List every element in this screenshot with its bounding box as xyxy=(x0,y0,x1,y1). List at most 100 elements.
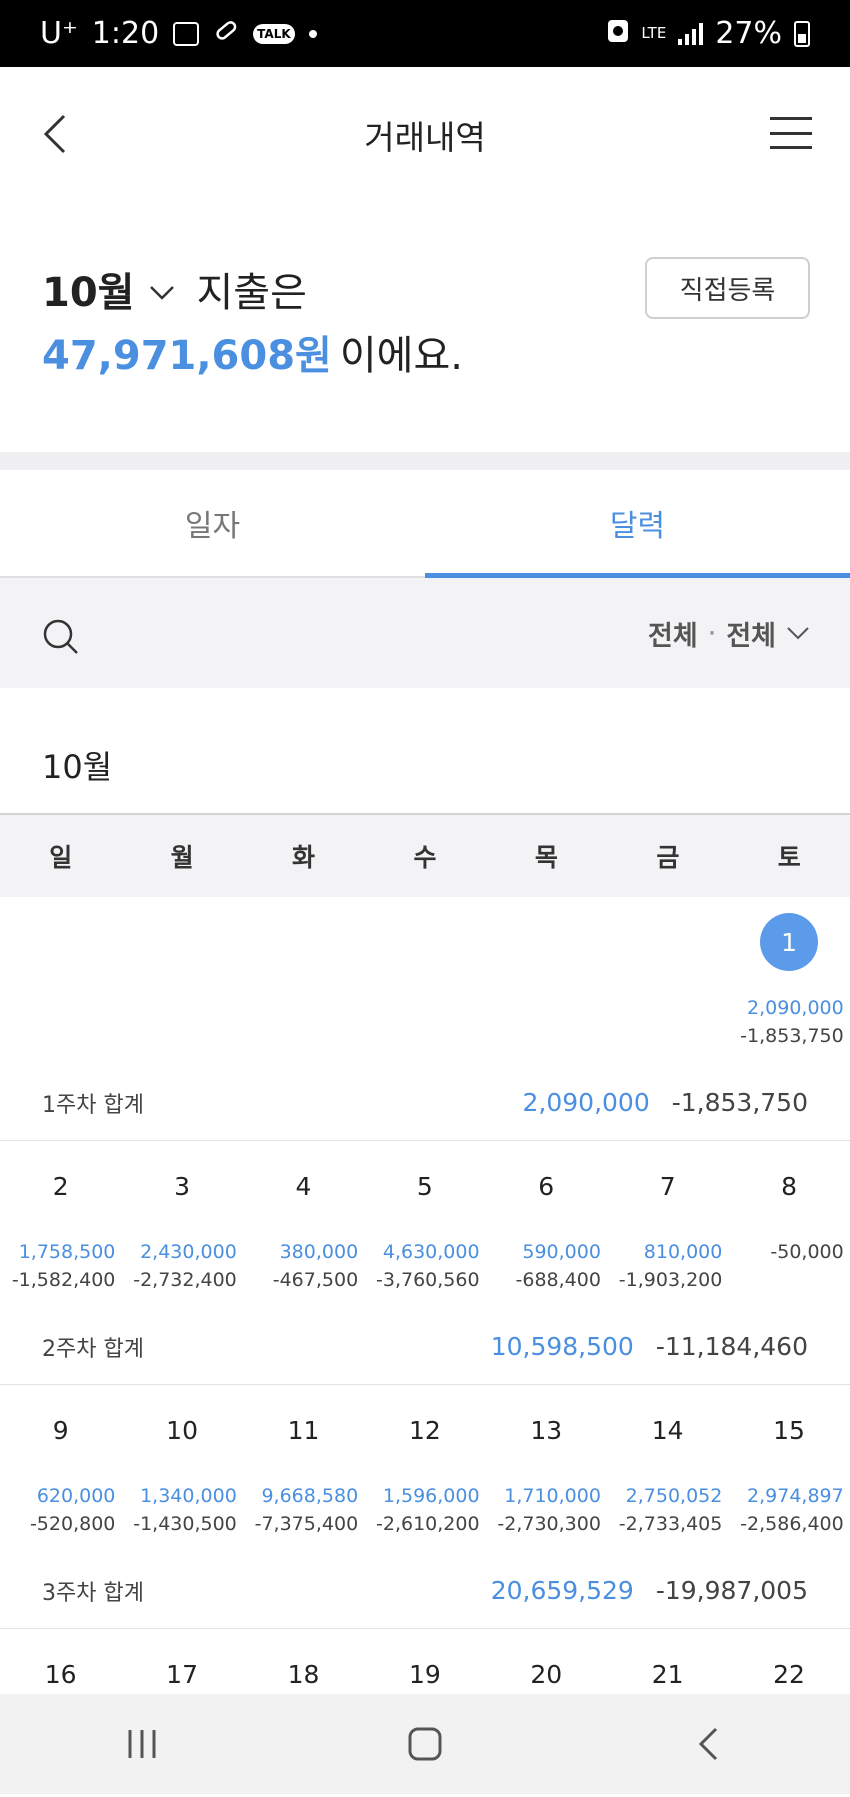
day-expense: -2,732,400 xyxy=(133,1269,237,1291)
app-bar: 거래내역 xyxy=(0,67,850,197)
summary-suffix-text: 지출은 xyxy=(196,270,307,316)
page-title: 거래내역 xyxy=(364,118,486,157)
day-number: 19 xyxy=(408,1659,441,1689)
calendar-day-cell[interactable]: 1 2,090,000 -1,853,750 xyxy=(728,913,849,1065)
day-number: 18 xyxy=(287,1659,320,1689)
day-number: 14 xyxy=(651,1415,684,1445)
day-number: 7 xyxy=(659,1171,676,1201)
calendar-day-cell[interactable]: 5 4,630,000 -3,760,560 xyxy=(364,1159,485,1309)
day-number xyxy=(121,915,242,969)
week-total-income: 2,090,000 xyxy=(522,1088,650,1117)
filter-bar: 전체 · 전체 xyxy=(0,578,850,688)
week-total-label: 3주차 합계 xyxy=(42,1580,144,1606)
day-income: 4,630,000 xyxy=(382,1241,480,1263)
weekday-header: 일 월 화 수 목 금 토 xyxy=(0,813,850,897)
day-amounts: 620,000 -520,800 xyxy=(30,1469,115,1535)
day-number xyxy=(0,915,121,969)
day-number: 6 xyxy=(538,1171,555,1201)
day-number: 1 xyxy=(728,913,849,971)
day-number: 13 xyxy=(530,1415,563,1445)
day-amounts: 2,974,897 -2,586,400 xyxy=(740,1469,844,1535)
day-amounts: 1,710,000 -2,730,300 xyxy=(497,1469,601,1535)
direct-register-button[interactable]: 직접등록 xyxy=(645,257,810,319)
weekday-fri: 금 xyxy=(656,843,680,872)
week-total-row: 3주차 합계 20,659,529 -19,987,005 xyxy=(0,1553,850,1629)
search-icon[interactable] xyxy=(42,618,78,654)
calendar-day-cell xyxy=(243,915,364,1065)
calendar-day-cell[interactable]: 2 1,758,500 -1,582,400 xyxy=(0,1159,121,1309)
home-icon[interactable] xyxy=(395,1714,455,1774)
tab-daily[interactable]: 일자 xyxy=(0,470,425,576)
day-income: 1,758,500 xyxy=(18,1241,116,1263)
calendar-week: 9 620,000 -520,800 10 1,340,000 -1,430,500 11 9… xyxy=(0,1385,850,1629)
network-type: LTE xyxy=(641,24,667,42)
day-amounts: 1,758,500 -1,582,400 xyxy=(12,1225,116,1291)
calendar-day-cell xyxy=(486,915,607,1065)
calendar-day-cell[interactable]: 15 2,974,897 -2,586,400 xyxy=(728,1403,849,1553)
calendar-day-cell[interactable]: 14 2,750,052 -2,733,405 xyxy=(607,1403,728,1553)
calendar-day-cell[interactable]: 4 380,000 -467,500 xyxy=(243,1159,364,1309)
recent-apps-icon[interactable] xyxy=(112,1714,172,1774)
day-amounts: 380,000 -467,500 xyxy=(273,1225,358,1291)
day-expense: -2,586,400 xyxy=(740,1513,844,1535)
month-label: 10월 xyxy=(42,270,135,316)
day-income: 620,000 xyxy=(36,1485,116,1507)
filter-option-2: 전체 xyxy=(726,621,776,652)
day-number: 11 xyxy=(287,1415,320,1445)
filter-separator: · xyxy=(707,618,717,649)
day-income: 2,090,000 xyxy=(747,997,844,1019)
system-nav-bar xyxy=(0,1694,850,1794)
calendar-day-cell[interactable]: 13 1,710,000 -2,730,300 xyxy=(486,1403,607,1553)
calendar-day-cell[interactable]: 12 1,596,000 -2,610,200 xyxy=(364,1403,485,1553)
status-bar: U⁺ 1:20 TALK LTE 27% xyxy=(0,0,850,67)
calendar-day-cell[interactable]: 3 2,430,000 -2,732,400 xyxy=(121,1159,242,1309)
day-number xyxy=(243,915,364,969)
day-number xyxy=(607,915,728,969)
back-icon[interactable] xyxy=(678,1714,738,1774)
day-expense: -688,400 xyxy=(515,1269,601,1291)
calendar-day-cell[interactable]: 8 -50,000 xyxy=(728,1159,849,1309)
calendar-day-cell[interactable]: 11 9,668,580 -7,375,400 xyxy=(243,1403,364,1553)
day-number: 20 xyxy=(530,1659,563,1689)
calendar-day-cell[interactable]: 7 810,000 -1,903,200 xyxy=(607,1159,728,1309)
clock: 1:20 xyxy=(91,16,160,51)
week-total-label: 1주차 합계 xyxy=(42,1092,144,1118)
calendar-day-cell[interactable]: 10 1,340,000 -1,430,500 xyxy=(121,1403,242,1553)
pill-icon xyxy=(213,16,239,51)
total-spending-amount: 47,971,608원 xyxy=(42,333,332,379)
day-number: 4 xyxy=(295,1171,312,1201)
week-total-row: 1주차 합계 2,090,000 -1,853,750 xyxy=(0,1065,850,1141)
day-expense: -1,903,200 xyxy=(618,1269,723,1291)
weekday-tue: 화 xyxy=(292,843,316,872)
week-total-expense: -19,987,005 xyxy=(655,1576,808,1605)
calendar-week: 1 2,090,000 -1,853,750 1주차 합계 2,090,000 -1,85… xyxy=(0,897,850,1141)
month-selector[interactable]: 10월 지출은 xyxy=(42,260,307,318)
tab-calendar[interactable]: 달력 xyxy=(425,470,850,578)
day-expense: -1,853,750 xyxy=(740,1025,844,1047)
calendar-day-cell[interactable]: 6 590,000 -688,400 xyxy=(486,1159,607,1309)
day-amounts: 1,340,000 -1,430,500 xyxy=(133,1469,237,1535)
carrier-label: U⁺ xyxy=(40,16,78,51)
day-expense: -7,375,400 xyxy=(254,1513,359,1535)
day-number: 8 xyxy=(781,1171,797,1201)
hamburger-menu-icon[interactable] xyxy=(770,117,812,149)
calendar-day-cell xyxy=(0,915,121,1065)
weekday-wed: 수 xyxy=(413,843,437,872)
day-number: 10 xyxy=(166,1415,198,1445)
day-amounts: 1,596,000 -2,610,200 xyxy=(376,1469,480,1535)
day-amounts: 4,630,000 -3,760,560 xyxy=(376,1225,480,1291)
calendar-day-cell[interactable]: 9 620,000 -520,800 xyxy=(0,1403,121,1553)
day-expense: -50,000 xyxy=(770,1241,844,1263)
filter-dropdown[interactable]: 전체 · 전체 xyxy=(648,614,810,653)
day-number: 12 xyxy=(408,1415,441,1445)
spending-summary: 10월 지출은 47,971,608원 이에요. 직접등록 xyxy=(0,197,850,452)
day-income: 590,000 xyxy=(522,1241,601,1263)
week-total-row: 2주차 합계 10,598,500 -11,184,460 xyxy=(0,1309,850,1385)
week-total-income: 10,598,500 xyxy=(490,1332,634,1361)
day-number: 5 xyxy=(416,1171,433,1201)
week-total-income: 20,659,529 xyxy=(490,1576,634,1605)
day-number: 22 xyxy=(773,1659,805,1689)
day-income: 9,668,580 xyxy=(261,1485,359,1507)
section-divider xyxy=(0,452,850,470)
recycle-icon xyxy=(607,16,629,51)
